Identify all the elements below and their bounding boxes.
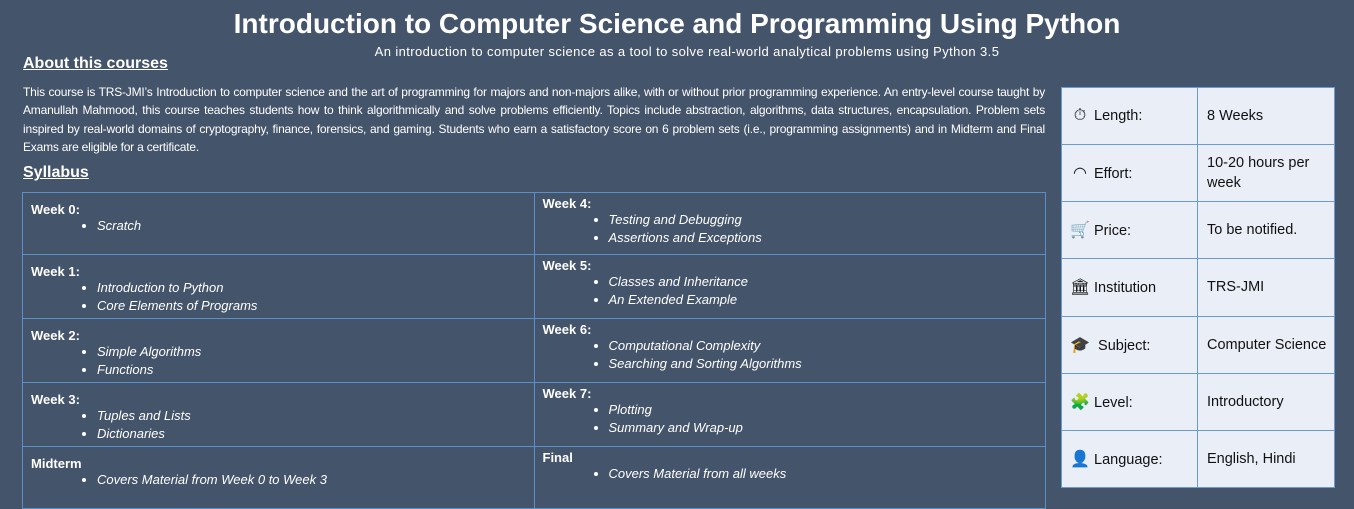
topic-list: Covers Material from all weeks — [609, 465, 1038, 483]
topic-list: Tuples and ListsDictionaries — [97, 407, 526, 443]
syllabus-table: Week 0: Scratch Week 4: Testing and Debuggi… — [22, 192, 1046, 509]
info-value: 8 Weeks — [1197, 86, 1335, 146]
syllabus-week-title: Week 5: — [542, 258, 592, 273]
topic-item: Assertions and Exceptions — [609, 229, 1038, 247]
info-label-cell: ◠ Effort: — [1061, 144, 1198, 203]
info-row: ◠ Effort: 10-20 hours per week — [1061, 144, 1335, 203]
syllabus-week-title: Week 1: — [31, 264, 80, 279]
info-label-cell: 🛒 Price: — [1061, 201, 1198, 260]
info-label: Level: — [1094, 394, 1133, 411]
syllabus-week-title: Week 3: — [31, 392, 80, 407]
topic-list: Computational ComplexitySearching and So… — [609, 337, 1038, 373]
syllabus-row: Week 1: Introduction to PythonCore Elemen… — [22, 254, 1046, 319]
about-heading: About this courses — [23, 55, 168, 72]
topic-item: Dictionaries — [97, 425, 526, 443]
topic-list: Simple AlgorithmsFunctions — [97, 343, 526, 379]
syllabus-row: Midterm Covers Material from Week 0 to We… — [22, 446, 1046, 509]
info-value: Computer Science — [1197, 315, 1335, 374]
syllabus-row: Week 2:Simple AlgorithmsFunctionsWeek 6:… — [22, 318, 1046, 383]
topic-item: An Extended Example — [609, 291, 1038, 309]
about-text: This course is TRS-JMI’s Introduction to… — [23, 85, 1045, 154]
syllabus-week-title: Midterm — [31, 456, 82, 471]
syllabus-cell: Week 5: Classes and InheritanceAn Extende… — [533, 254, 1046, 319]
info-value: 10-20 hours per week — [1197, 144, 1335, 203]
topic-item: Simple Algorithms — [97, 343, 526, 361]
info-label-cell: 🎓 Subject: — [1061, 315, 1198, 374]
syllabus-cell: Week 7: PlottingSummary and Wrap-up — [533, 382, 1046, 447]
syllabus-heading: Syllabus — [23, 164, 89, 181]
topic-item: Classes and Inheritance — [609, 273, 1038, 291]
topic-item: Functions — [97, 361, 526, 379]
syllabus-cell: Week 1: Introduction to PythonCore Elemen… — [22, 254, 535, 319]
puzzle-icon: 🧩 — [1070, 393, 1090, 411]
topic-list: Scratch — [97, 217, 526, 235]
topic-item: Covers Material from Week 0 to Week 3 — [97, 471, 526, 489]
info-value: English, Hindi — [1197, 429, 1335, 489]
info-label: Effort: — [1094, 166, 1133, 183]
syllabus-row: Week 0: Scratch Week 4: Testing and Debuggi… — [22, 192, 1046, 255]
topic-item: Testing and Debugging — [609, 211, 1038, 229]
topic-item: Plotting — [609, 401, 1038, 419]
topic-list: Introduction to PythonCore Elements of P… — [97, 279, 526, 315]
info-label: Length: — [1094, 108, 1143, 125]
syllabus-week-title: Week 6: — [542, 322, 592, 337]
info-label-cell: 🧩 Level: — [1061, 372, 1198, 431]
syllabus-week-title: Final — [542, 450, 573, 465]
info-row: 👤 Language: English, Hindi — [1061, 429, 1335, 489]
info-row: 🏛 Institution TRS-JMI — [1061, 258, 1335, 317]
info-value: Introductory — [1197, 372, 1335, 431]
info-value: To be notified. — [1197, 201, 1335, 260]
syllabus-week-title: Week 7: — [542, 386, 592, 401]
info-label: Price: — [1094, 223, 1132, 240]
speedometer-icon: ◠ — [1073, 165, 1087, 183]
syllabus-week-title: Week 4: — [542, 196, 592, 211]
info-label: Institution — [1094, 280, 1157, 297]
institution-icon: 🏛 — [1070, 279, 1091, 297]
info-row: 🛒 Price: To be notified. — [1061, 201, 1335, 260]
cart-icon: 🛒 — [1070, 222, 1090, 240]
topic-item: Core Elements of Programs — [97, 297, 526, 315]
syllabus-cell: Week 0: Scratch — [22, 192, 535, 255]
topic-item: Covers Material from all weeks — [609, 465, 1038, 483]
syllabus-cell: Final Covers Material from all weeks — [533, 446, 1046, 509]
info-row: ⏱ Length: 8 Weeks — [1061, 86, 1335, 146]
topic-item: Tuples and Lists — [97, 407, 526, 425]
speaker-person-icon: 👤 — [1070, 450, 1090, 468]
topic-item: Summary and Wrap-up — [609, 419, 1038, 437]
topic-item: Searching and Sorting Algorithms — [609, 355, 1038, 373]
topic-list: Testing and DebuggingAssertions and Exce… — [609, 211, 1038, 247]
info-row: 🧩 Level: Introductory — [1061, 372, 1335, 431]
topic-item: Scratch — [97, 217, 526, 235]
syllabus-cell: Week 4: Testing and DebuggingAssertions a… — [533, 192, 1046, 255]
syllabus-cell: Week 6: Computational ComplexitySearching… — [533, 318, 1046, 383]
info-value: TRS-JMI — [1197, 258, 1335, 317]
info-label-cell: 👤 Language: — [1061, 429, 1198, 489]
info-label: Language: — [1094, 451, 1163, 468]
info-label: Subject: — [1094, 337, 1151, 354]
syllabus-row: Week 3:Tuples and ListsDictionariesWeek … — [22, 382, 1046, 447]
page-title: Introduction to Computer Science and Pro… — [233, 8, 1121, 39]
graduation-cap-icon: 🎓 — [1070, 336, 1090, 354]
topic-list: Classes and InheritanceAn Extended Examp… — [609, 273, 1038, 309]
info-label-cell: 🏛 Institution — [1061, 258, 1198, 317]
syllabus-week-title: Week 0: — [31, 202, 80, 217]
syllabus-week-title: Week 2: — [31, 328, 80, 343]
syllabus-cell: Week 2: Simple AlgorithmsFunctions — [22, 318, 535, 383]
page-subtitle: An introduction to computer science as a… — [374, 44, 1000, 59]
topic-list: Covers Material from Week 0 to Week 3 — [97, 471, 526, 489]
topic-item: Introduction to Python — [97, 279, 526, 297]
course-info-table: ⏱ Length: 8 Weeks ◠ Effort: 10-20 hours per w… — [1061, 86, 1335, 489]
syllabus-cell: Week 3: Tuples and ListsDictionaries — [22, 382, 535, 447]
topic-list: PlottingSummary and Wrap-up — [609, 401, 1038, 437]
stopwatch-icon: ⏱ — [1073, 107, 1087, 125]
info-row: 🎓 Subject: Computer Science — [1061, 315, 1335, 374]
syllabus-cell: Midterm Covers Material from Week 0 to We… — [22, 446, 535, 509]
info-label-cell: ⏱ Length: — [1061, 86, 1198, 146]
topic-item: Computational Complexity — [609, 337, 1038, 355]
